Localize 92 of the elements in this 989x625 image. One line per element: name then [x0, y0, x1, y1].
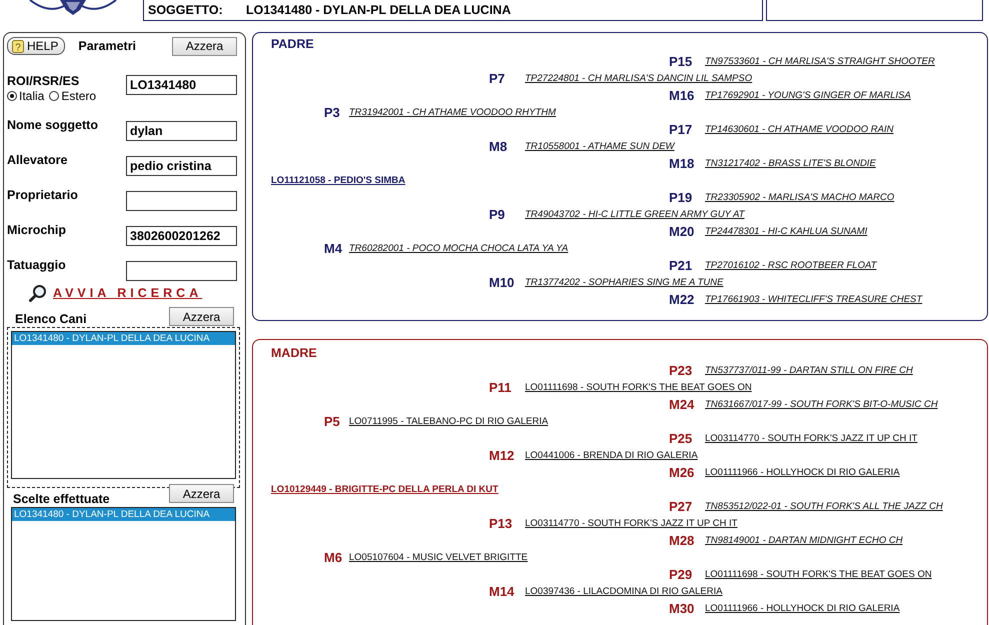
field-label: ROI/RSR/ES — [7, 74, 80, 88]
dog-link[interactable]: TN853512/022-01 - SOUTH FORK'S ALL THE JAZZ CH — [705, 501, 943, 512]
dog-link[interactable]: TP24478301 - HI-C KAHLUA SUNAMI — [705, 226, 868, 237]
dog-link[interactable]: LO01111698 - SOUTH FORK'S THE BEAT GOES ON — [705, 569, 932, 580]
radio-button[interactable] — [49, 91, 60, 101]
generation-label: M14 — [489, 584, 516, 599]
dog-link[interactable]: TN537737/011-99 - DARTAN STILL ON FIRE CH — [705, 365, 913, 376]
dog-link[interactable]: LO03114770 - SOUTH FORK'S JAZZ IT UP CH IT — [525, 518, 738, 529]
input-field[interactable] — [126, 191, 237, 211]
panel-title: Parametri — [78, 39, 136, 53]
generation-label: P7 — [489, 71, 506, 86]
reset-button[interactable]: Azzera — [172, 36, 237, 56]
dog-link[interactable]: TP17661903 - WHITECLIFF'S TREASURE CHEST — [705, 294, 922, 305]
list-item[interactable]: LO1341480 - DYLAN-PL DELLA DEA LUCINA — [12, 332, 235, 345]
dog-link[interactable]: LO03114770 - SOUTH FORK'S JAZZ IT UP CH IT — [705, 433, 918, 444]
radio-label: Italia — [19, 89, 44, 103]
dog-link[interactable]: TN31217402 - BRASS LITE'S BLONDIE — [705, 158, 876, 169]
dog-listbox[interactable]: LO1341480 - DYLAN-PL DELLA DEA LUCINA — [11, 331, 236, 479]
input-field[interactable]: LO1341480 — [126, 75, 237, 95]
dog-link[interactable]: TN631667/017-99 - SOUTH FORK'S BIT-O-MUSIC CH — [705, 399, 938, 410]
field-label: Proprietario — [7, 188, 78, 202]
dog-link[interactable]: TR31942001 - CH ATHAME VOODOO RHYTHM — [349, 107, 556, 118]
dog-link[interactable]: LO01111698 - SOUTH FORK'S THE BEAT GOES ON — [525, 382, 752, 393]
generation-label: P19 — [669, 190, 694, 205]
dog-link[interactable]: TN98149001 - DARTAN MIDNIGHT ECHO CH — [705, 535, 903, 546]
generation-label: M22 — [669, 292, 696, 307]
input-field[interactable] — [126, 261, 237, 281]
dog-link[interactable]: TP17692901 - YOUNG'S GINGER OF MARLISA — [705, 90, 911, 101]
dog-link[interactable]: TR49043702 - HI-C LITTLE GREEN ARMY GUY AT — [525, 209, 744, 220]
subject-label: SOGGETTO: — [148, 3, 220, 17]
generation-label: M18 — [669, 156, 696, 171]
dog-link[interactable]: LO10129449 - BRIGITTE-PC DELLA PERLA DI KUT — [271, 484, 498, 495]
generation-label: M28 — [669, 533, 696, 548]
generation-label: P9 — [489, 207, 506, 222]
field-label: Allevatore — [7, 153, 68, 167]
generation-label: M26 — [669, 465, 696, 480]
dog-link[interactable]: TR13774202 - SOPHARIES SING ME A TUNE — [525, 277, 724, 288]
input-field[interactable]: dylan — [126, 121, 237, 141]
list-item[interactable]: LO1341480 - DYLAN-PL DELLA DEA LUCINA — [12, 508, 235, 521]
dog-link[interactable]: TN97533601 - CH MARLISA'S STRAIGHT SHOOTER — [705, 56, 935, 67]
section-title: Scelte effettuate — [13, 492, 110, 506]
radio-button[interactable] — [7, 91, 17, 101]
generation-label: M4 — [324, 241, 344, 256]
search-link[interactable]: AVVIA RICERCA — [53, 286, 202, 300]
dog-link[interactable]: LO0397436 - LILACDOMINA DI RIO GALERIA — [525, 586, 722, 597]
section-title: Elenco Cani — [15, 312, 87, 326]
dog-link[interactable]: LO01111966 - HOLLYHOCK DI RIO GALERIA — [705, 603, 900, 614]
generation-label: P23 — [669, 363, 694, 378]
field-label: Microchip — [7, 223, 66, 237]
choices-listbox[interactable]: LO1341480 - DYLAN-PL DELLA DEA LUCINA — [11, 507, 236, 621]
generation-label: P5 — [324, 414, 341, 429]
generation-label: P11 — [489, 380, 512, 395]
dog-link[interactable]: LO0711995 - TALEBANO-PC DI RIO GALERIA — [349, 416, 548, 427]
generation-label: M10 — [489, 275, 516, 290]
dog-link[interactable]: LO11121058 - PEDIO'S SIMBA — [271, 175, 406, 186]
generation-label: M24 — [669, 397, 696, 412]
generation-label: M16 — [669, 88, 696, 103]
radio-label: Estero — [61, 89, 96, 103]
generation-label: M30 — [669, 601, 696, 616]
dog-link[interactable]: LO0441006 - BRENDA DI RIO GALERIA — [525, 450, 698, 461]
dog-link[interactable]: LO01111966 - HOLLYHOCK DI RIO GALERIA — [705, 467, 900, 478]
generation-label: P29 — [669, 567, 694, 582]
dog-link[interactable]: TP27224801 - CH MARLISA'S DANCIN LIL SAMPSO — [525, 73, 752, 84]
generation-label: P17 — [669, 122, 694, 137]
dog-link[interactable]: TP14630601 - CH ATHAME VOODOO RAIN — [705, 124, 894, 135]
generation-label: P27 — [669, 499, 694, 514]
input-field[interactable]: pedio cristina — [126, 156, 237, 176]
field-label: Tatuaggio — [7, 258, 66, 272]
generation-label: P21 — [669, 258, 694, 273]
generation-label: P3 — [324, 105, 341, 120]
dog-link[interactable]: TR60282001 - POCO MOCHA CHOCA LATA YA YA — [349, 243, 568, 254]
panel-heading: PADRE — [271, 37, 315, 53]
help-button[interactable]: ? HELP — [7, 37, 66, 55]
dog-link[interactable]: TP27016102 - RSC ROOTBEER FLOAT — [705, 260, 876, 271]
dog-link[interactable]: LO05107604 - MUSIC VELVET BRIGITTE — [349, 552, 528, 563]
generation-label: M12 — [489, 448, 516, 463]
dog-link[interactable]: TR10558001 - ATHAME SUN DEW — [525, 141, 674, 152]
field-label: Nome soggetto — [7, 118, 98, 132]
generation-label: M6 — [324, 550, 344, 565]
reset-button[interactable]: Azzera — [169, 307, 234, 326]
generation-label: P13 — [489, 516, 514, 531]
dog-link[interactable]: TR23305902 - MARLISA'S MACHO MARCO — [705, 192, 894, 203]
subject-value: LO1341480 - DYLAN-PL DELLA DEA LUCINA — [246, 3, 511, 17]
search-icon — [29, 284, 47, 302]
generation-label: M8 — [489, 139, 508, 154]
reset-button[interactable]: Azzera — [169, 484, 234, 503]
generation-label: M20 — [669, 224, 696, 239]
panel-heading: MADRE — [271, 346, 318, 362]
question-icon: ? — [12, 40, 24, 52]
generation-label: P25 — [669, 431, 694, 446]
generation-label: P15 — [669, 54, 694, 69]
input-field[interactable]: 3802600201262 — [126, 226, 237, 246]
